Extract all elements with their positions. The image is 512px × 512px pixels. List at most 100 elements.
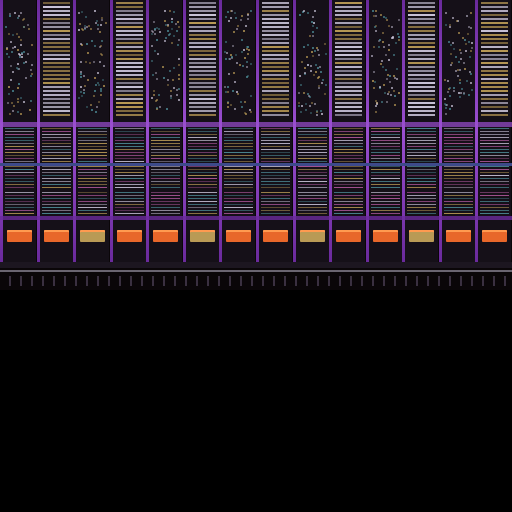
block-line bbox=[444, 140, 473, 141]
logic-speck bbox=[324, 43, 326, 45]
metal-line bbox=[335, 42, 362, 44]
logic-speck bbox=[462, 37, 464, 39]
logic-speck bbox=[444, 98, 446, 100]
block-line bbox=[444, 146, 473, 147]
logic-speck bbox=[310, 112, 312, 114]
metal-strap bbox=[146, 0, 149, 262]
logic-speck bbox=[23, 101, 25, 103]
logic-speck bbox=[319, 66, 321, 68]
block-line bbox=[224, 181, 253, 182]
bond-pad bbox=[300, 230, 325, 242]
block-line bbox=[480, 195, 509, 196]
logic-speck bbox=[87, 52, 89, 54]
block-line bbox=[407, 137, 436, 138]
block-line bbox=[5, 161, 34, 162]
metal-line bbox=[408, 46, 435, 48]
logic-speck bbox=[101, 17, 103, 19]
logic-speck bbox=[382, 32, 384, 34]
logic-speck bbox=[311, 102, 313, 104]
logic-speck bbox=[310, 70, 312, 72]
logic-speck bbox=[27, 24, 29, 26]
metal-line bbox=[481, 90, 508, 92]
block-line bbox=[261, 149, 290, 150]
logic-speck bbox=[5, 26, 7, 28]
logic-speck bbox=[14, 12, 16, 14]
metal-line bbox=[408, 50, 435, 52]
logic-speck bbox=[240, 19, 242, 21]
block-line bbox=[151, 184, 180, 185]
metal-line bbox=[189, 66, 216, 68]
logic-speck bbox=[389, 81, 391, 83]
block-line bbox=[298, 175, 327, 176]
logic-speck bbox=[178, 78, 180, 80]
logic-speck bbox=[151, 60, 153, 62]
metal-line bbox=[189, 22, 216, 24]
block-line bbox=[78, 140, 107, 141]
block-line bbox=[444, 158, 473, 159]
bond-pad bbox=[117, 230, 142, 242]
logic-speck bbox=[164, 40, 166, 42]
block-line bbox=[407, 152, 436, 153]
bond-pad bbox=[336, 230, 361, 242]
logic-speck bbox=[465, 43, 467, 45]
metal-line bbox=[262, 86, 289, 88]
block-line bbox=[298, 161, 327, 162]
logic-speck bbox=[173, 35, 175, 37]
logic-speck bbox=[471, 47, 473, 49]
metal-line bbox=[408, 82, 435, 84]
metal-line bbox=[189, 54, 216, 56]
metal-line bbox=[335, 54, 362, 56]
metal-line bbox=[262, 6, 289, 8]
logic-speck bbox=[14, 46, 16, 48]
logic-speck bbox=[247, 46, 249, 48]
block-line bbox=[444, 155, 473, 156]
block-line bbox=[334, 204, 363, 205]
logic-speck bbox=[29, 109, 31, 111]
logic-speck bbox=[469, 56, 471, 58]
block-line bbox=[298, 169, 327, 170]
metal-line bbox=[262, 34, 289, 36]
logic-speck bbox=[156, 107, 158, 109]
block-line bbox=[188, 192, 217, 193]
metal-line bbox=[481, 50, 508, 52]
block-line bbox=[444, 201, 473, 202]
block-line bbox=[371, 143, 400, 144]
metal-line bbox=[408, 6, 435, 8]
block-line bbox=[298, 213, 327, 214]
block-line bbox=[480, 155, 509, 156]
logic-speck bbox=[230, 104, 232, 106]
block-line bbox=[188, 143, 217, 144]
block-line bbox=[261, 146, 290, 147]
block-line bbox=[298, 158, 327, 159]
logic-speck bbox=[245, 113, 247, 115]
metal-line bbox=[262, 50, 289, 52]
logic-speck bbox=[12, 34, 14, 36]
logic-speck bbox=[178, 64, 180, 66]
logic-speck bbox=[313, 22, 315, 24]
logic-speck bbox=[387, 93, 389, 95]
block-line bbox=[78, 134, 107, 135]
logic-speck bbox=[390, 94, 392, 96]
logic-speck bbox=[171, 42, 173, 44]
die-micrograph bbox=[0, 0, 512, 290]
block-line bbox=[224, 143, 253, 144]
block-line bbox=[407, 158, 436, 159]
block-line bbox=[261, 210, 290, 211]
block-line bbox=[42, 152, 71, 153]
block-line bbox=[480, 152, 509, 153]
metal-line bbox=[262, 74, 289, 76]
logic-speck bbox=[86, 106, 88, 108]
block-line bbox=[224, 140, 253, 141]
logic-speck bbox=[169, 70, 171, 72]
metal-line bbox=[481, 58, 508, 60]
logic-speck bbox=[156, 78, 158, 80]
logic-speck bbox=[78, 97, 80, 99]
logic-speck bbox=[379, 39, 381, 41]
metal-line bbox=[43, 102, 70, 104]
metal-line bbox=[189, 114, 216, 116]
block-line bbox=[407, 161, 436, 162]
metal-line bbox=[262, 10, 289, 12]
logic-speck bbox=[97, 72, 99, 74]
block-line bbox=[151, 143, 180, 144]
metal-line bbox=[335, 18, 362, 20]
